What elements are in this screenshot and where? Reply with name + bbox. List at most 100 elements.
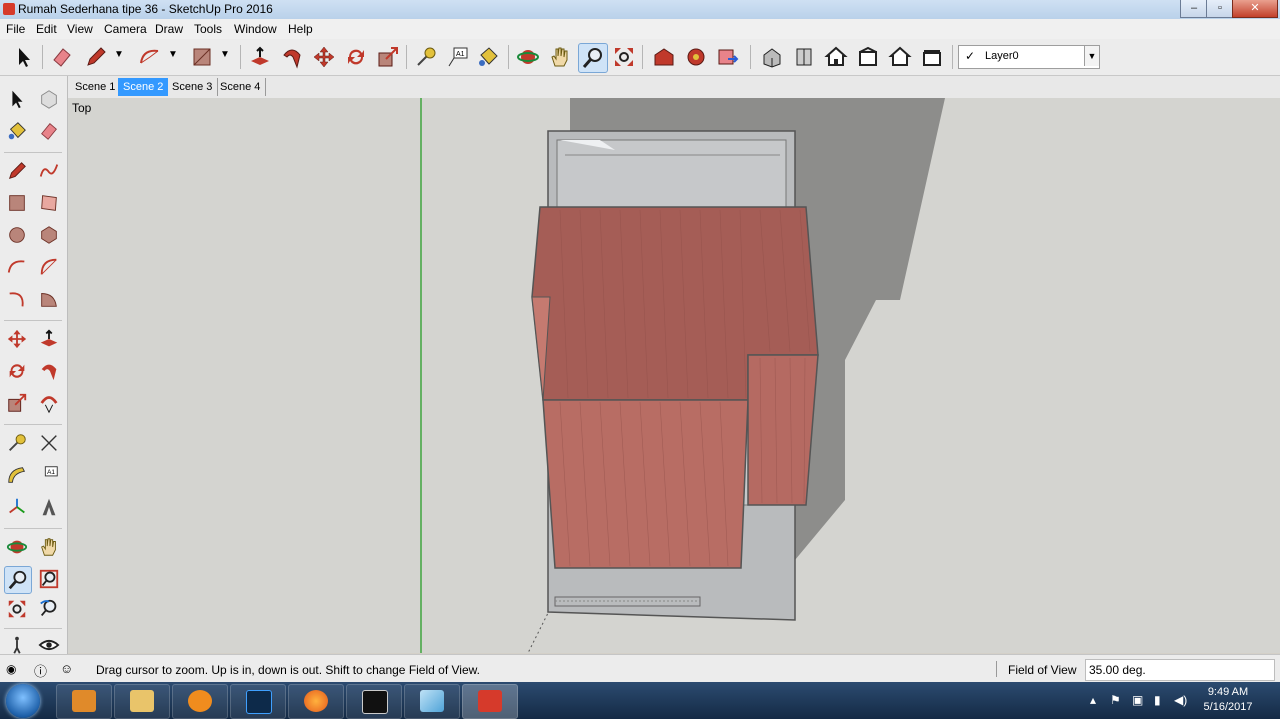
taskbar-firefox[interactable] [288, 684, 344, 719]
share-model-button[interactable] [714, 43, 742, 71]
push-pull-tool-button[interactable] [246, 43, 274, 71]
close-button[interactable]: ✕ [1232, 0, 1278, 18]
rotated-rectangle-button[interactable] [36, 190, 62, 216]
line-dropdown-arrow-icon[interactable]: ▼ [114, 49, 124, 60]
taskbar-sketchup[interactable] [462, 684, 518, 719]
pan-tool-button[interactable] [546, 43, 574, 71]
show-hidden-icons[interactable]: ▴ [1090, 693, 1096, 707]
follow-me-button[interactable] [36, 358, 62, 384]
eraser-tool-button[interactable] [48, 43, 76, 71]
circle-button[interactable] [4, 222, 30, 248]
move-button[interactable] [4, 326, 30, 352]
taskbar-command-prompt[interactable] [346, 684, 402, 719]
orbit-button[interactable] [4, 534, 30, 560]
pie-button[interactable] [36, 286, 62, 312]
taskbar-explorer[interactable] [114, 684, 170, 719]
select-tool-button[interactable] [4, 86, 30, 112]
arc-tool-button[interactable] [136, 43, 164, 71]
make-component-button[interactable] [36, 86, 62, 112]
clock-time[interactable]: 9:49 AM [1203, 686, 1253, 698]
start-button[interactable] [6, 684, 40, 718]
measurements-input[interactable]: 35.00 deg. [1085, 659, 1275, 681]
rotate-tool-button[interactable] [342, 43, 370, 71]
arc-dropdown-arrow-icon[interactable]: ▼ [168, 49, 178, 60]
front-view-button[interactable] [822, 43, 850, 71]
text-button[interactable]: A1 [36, 462, 62, 488]
menu-view[interactable]: View [67, 22, 93, 36]
left-view-button[interactable] [918, 43, 946, 71]
zoom-tool-button[interactable] [578, 43, 608, 73]
follow-me-tool-button[interactable] [278, 43, 306, 71]
three-point-arc-button[interactable] [4, 286, 30, 312]
tab-scene-4[interactable]: Scene 4 [215, 78, 267, 96]
tape-measure-tool-button[interactable] [412, 43, 440, 71]
top-view-button[interactable] [790, 43, 818, 71]
power-icon[interactable]: ▣ [1132, 693, 1143, 707]
taskbar-uc-browser[interactable] [172, 684, 228, 719]
orbit-tool-button[interactable] [514, 43, 542, 71]
menu-camera[interactable]: Camera [104, 22, 147, 36]
push-pull-button[interactable] [36, 326, 62, 352]
menu-tools[interactable]: Tools [194, 22, 222, 36]
3d-text-button[interactable] [36, 494, 62, 520]
text-tool-button[interactable]: A1 [444, 43, 472, 71]
menu-draw[interactable]: Draw [155, 22, 183, 36]
zoom-button[interactable] [4, 566, 32, 594]
info-icon[interactable]: ⓘ [34, 661, 47, 680]
menu-help[interactable]: Help [288, 22, 313, 36]
tab-scene-1[interactable]: Scene 1 [70, 78, 122, 96]
3d-warehouse-button[interactable] [650, 43, 678, 71]
eraser-button[interactable] [36, 118, 62, 144]
dimension-button[interactable] [36, 430, 62, 456]
axes-button[interactable] [4, 494, 30, 520]
zoom-window-button[interactable] [36, 566, 62, 592]
iso-view-button[interactable] [758, 43, 786, 71]
taskbar-media-player[interactable] [56, 684, 112, 719]
select-tool-button[interactable] [10, 43, 38, 71]
scale-tool-button[interactable] [374, 43, 402, 71]
protractor-button[interactable] [4, 462, 30, 488]
network-icon[interactable]: ▮ [1154, 693, 1161, 707]
clock-date[interactable]: 5/16/2017 [1196, 701, 1260, 713]
two-point-arc-button[interactable] [36, 254, 62, 280]
back-view-button[interactable] [886, 43, 914, 71]
tape-measure-button[interactable] [4, 430, 30, 456]
volume-icon[interactable]: ◀) [1174, 693, 1187, 707]
model-viewport[interactable]: Top [68, 98, 1280, 653]
tab-scene-2[interactable]: Scene 2 [118, 78, 169, 96]
arc-button[interactable] [4, 254, 30, 280]
previous-view-button[interactable] [36, 596, 62, 622]
paint-bucket-tool-button[interactable] [474, 43, 502, 71]
rotate-button[interactable] [4, 358, 30, 384]
geo-location-icon[interactable]: ◉ [6, 662, 16, 676]
polygon-button[interactable] [36, 222, 62, 248]
line-button[interactable] [4, 158, 30, 184]
taskbar-photoshop[interactable] [230, 684, 286, 719]
taskbar-layout[interactable] [404, 684, 460, 719]
zoom-extents-button[interactable] [4, 596, 30, 622]
minimize-button[interactable]: – [1180, 0, 1208, 18]
action-center-flag-icon[interactable]: ⚑ [1110, 693, 1121, 707]
right-view-button[interactable] [854, 43, 882, 71]
rectangle-button[interactable] [4, 190, 30, 216]
freehand-button[interactable] [36, 158, 62, 184]
tab-scene-3[interactable]: Scene 3 [167, 78, 219, 96]
paint-bucket-button[interactable] [4, 118, 30, 144]
pan-button[interactable] [36, 534, 62, 560]
menu-file[interactable]: File [6, 22, 25, 36]
model-canvas[interactable] [68, 98, 1280, 653]
line-tool-button[interactable] [82, 43, 110, 71]
menu-window[interactable]: Window [234, 22, 277, 36]
rectangle-tool-button[interactable] [188, 43, 216, 71]
menu-edit[interactable]: Edit [36, 22, 57, 36]
move-tool-button[interactable] [310, 43, 338, 71]
zoom-extents-button[interactable] [610, 43, 638, 71]
user-icon[interactable]: ☺ [60, 661, 73, 676]
extension-warehouse-button[interactable] [682, 43, 710, 71]
layer-dropdown[interactable]: ✓ Layer0 ▼ [958, 45, 1100, 69]
chevron-down-icon[interactable]: ▼ [1084, 46, 1099, 66]
maximize-button[interactable]: ▫ [1206, 0, 1234, 18]
offset-button[interactable] [36, 390, 62, 416]
shape-dropdown-arrow-icon[interactable]: ▼ [220, 49, 230, 60]
scale-button[interactable] [4, 390, 30, 416]
